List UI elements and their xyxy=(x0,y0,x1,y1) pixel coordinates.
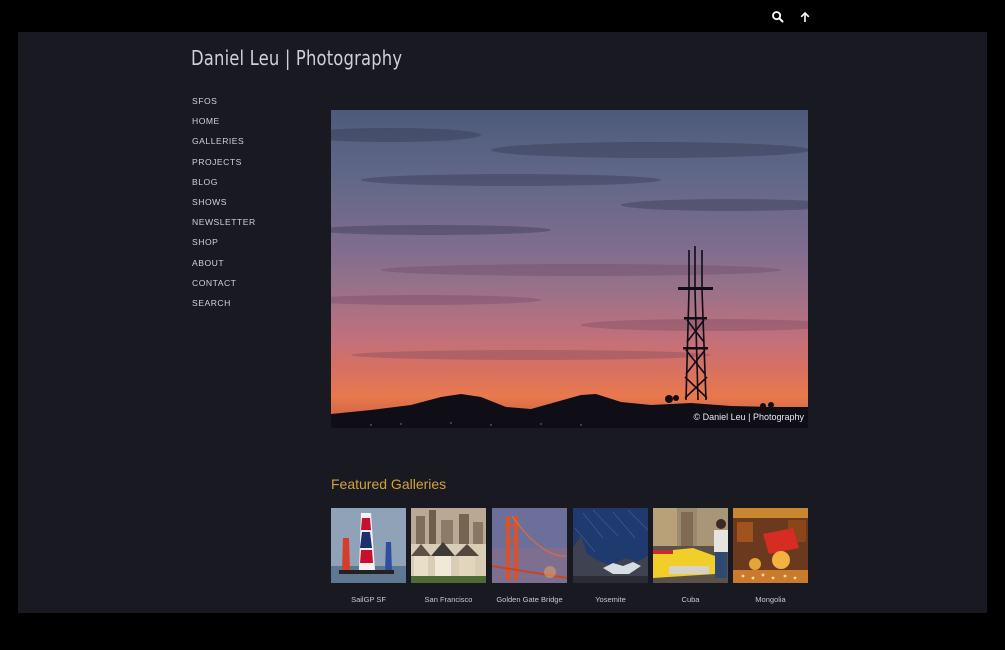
arrow-up-icon[interactable] xyxy=(798,10,812,24)
nav-item-contact[interactable]: CONTACT xyxy=(192,277,256,297)
gallery-label[interactable]: Golden Gate Bridge xyxy=(492,595,567,604)
photo-credit: © Daniel Leu | Photography xyxy=(693,412,804,422)
gallery-thumb-mongolia[interactable] xyxy=(733,508,808,583)
nav-item-projects[interactable]: PROJECTS xyxy=(192,156,256,176)
nav-item-search[interactable]: SEARCH xyxy=(192,297,256,317)
nav-item-shop[interactable]: SHOP xyxy=(192,236,256,256)
nav-item-home[interactable]: HOME xyxy=(192,115,256,135)
gallery-thumb-golden-gate-bridge[interactable] xyxy=(492,508,567,583)
gallery-card-yosemite[interactable]: Yosemite xyxy=(573,508,648,604)
page-content: Daniel Leu | Photography SFOS HOME GALLE… xyxy=(18,32,987,613)
nav-item-galleries[interactable]: GALLERIES xyxy=(192,135,256,155)
gallery-label[interactable]: San Francisco xyxy=(411,595,486,604)
gallery-thumb-cuba[interactable] xyxy=(653,508,728,583)
nav-item-shows[interactable]: SHOWS xyxy=(192,196,256,216)
featured-galleries-heading: Featured Galleries xyxy=(331,476,447,492)
main-nav: SFOS HOME GALLERIES PROJECTS BLOG SHOWS … xyxy=(192,95,256,317)
gallery-card-golden-gate-bridge[interactable]: Golden Gate Bridge xyxy=(492,508,567,604)
search-icon[interactable] xyxy=(771,10,785,24)
nav-item-blog[interactable]: BLOG xyxy=(192,176,256,196)
gallery-thumb-yosemite[interactable] xyxy=(573,508,648,583)
nav-item-newsletter[interactable]: NEWSLETTER xyxy=(192,216,256,236)
gallery-card-sailgp[interactable]: SailGP SF xyxy=(331,508,406,604)
gallery-label[interactable]: SailGP SF xyxy=(331,595,406,604)
top-bar xyxy=(0,0,1005,32)
sunset-tower-photo xyxy=(331,128,808,428)
gallery-label[interactable]: Yosemite xyxy=(573,595,648,604)
gallery-label[interactable]: Mongolia xyxy=(733,595,808,604)
gallery-thumb-san-francisco[interactable] xyxy=(411,508,486,583)
nav-item-sfos[interactable]: SFOS xyxy=(192,95,256,115)
hero-image[interactable]: © Daniel Leu | Photography xyxy=(331,110,808,428)
nav-item-about[interactable]: ABOUT xyxy=(192,257,256,277)
gallery-card-san-francisco[interactable]: San Francisco xyxy=(411,508,486,604)
gallery-label[interactable]: Cuba xyxy=(653,595,728,604)
site-title[interactable]: Daniel Leu | Photography xyxy=(191,46,402,70)
gallery-card-cuba[interactable]: Cuba xyxy=(653,508,728,604)
gallery-thumb-sailgp[interactable] xyxy=(331,508,406,583)
gallery-card-mongolia[interactable]: Mongolia xyxy=(733,508,808,604)
